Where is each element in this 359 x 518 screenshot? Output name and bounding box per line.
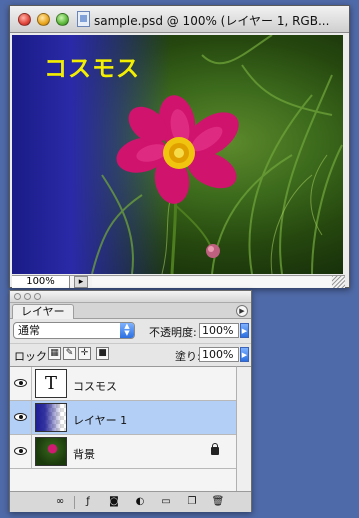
eye-icon bbox=[14, 447, 27, 455]
lock-move-icon[interactable]: ✛ bbox=[78, 347, 91, 360]
visibility-toggle[interactable] bbox=[10, 401, 32, 434]
document-window: sample.psd @ 100% (レイヤー 1, RGB... コスモス 1… bbox=[9, 5, 350, 288]
fill-slider-button[interactable]: ▶ bbox=[240, 347, 249, 362]
group-folder-icon[interactable]: ▭ bbox=[158, 495, 174, 509]
panel-close-button[interactable] bbox=[14, 293, 21, 300]
layer-name: コスモス bbox=[73, 380, 117, 393]
lock-label: ロック: bbox=[14, 350, 51, 363]
layer-name: レイヤー 1 bbox=[73, 414, 128, 427]
panel-footer: ∞ ƒ ◙ ◐ ▭ ❐ 🗑 bbox=[10, 491, 251, 512]
document-file-icon bbox=[77, 11, 90, 27]
layer-style-icon[interactable]: ƒ bbox=[80, 495, 96, 509]
link-icon[interactable]: ∞ bbox=[52, 495, 68, 509]
mask-icon[interactable]: ◙ bbox=[106, 495, 122, 509]
background-thumbnail bbox=[35, 437, 67, 466]
vertical-scrollbar[interactable] bbox=[236, 366, 251, 491]
fill-label: 塗り: bbox=[175, 350, 201, 363]
panel-titlebar[interactable] bbox=[10, 291, 251, 303]
divider bbox=[74, 496, 75, 509]
visibility-toggle[interactable] bbox=[10, 435, 32, 468]
lock-transparent-icon[interactable]: ▦ bbox=[48, 347, 61, 360]
document-status-bar: 100% ▸ bbox=[12, 275, 345, 288]
panel-minimize-button[interactable] bbox=[24, 293, 31, 300]
opacity-label: 不透明度: bbox=[149, 326, 197, 339]
close-button[interactable] bbox=[18, 13, 31, 26]
blend-opacity-row: 通常 ▲ ▼ 不透明度: 100% ▶ bbox=[10, 321, 251, 340]
horizontal-scrollbar[interactable] bbox=[92, 277, 331, 287]
canvas-title-text: コスモス bbox=[44, 56, 140, 82]
document-title: sample.psd @ 100% (レイヤー 1, RGB... bbox=[94, 14, 330, 28]
tab-layers[interactable]: レイヤー bbox=[12, 304, 74, 319]
visibility-toggle[interactable] bbox=[10, 367, 32, 400]
adjustment-icon[interactable]: ◐ bbox=[132, 495, 148, 509]
layer-list: T コスモス レイヤー 1 背景 bbox=[10, 366, 236, 491]
fill-field[interactable]: 100% bbox=[199, 347, 239, 362]
resize-grip[interactable] bbox=[332, 276, 345, 288]
lock-paint-icon[interactable]: ✎ bbox=[63, 347, 76, 360]
blend-mode-value: 通常 bbox=[18, 324, 40, 337]
panel-zoom-button[interactable] bbox=[34, 293, 41, 300]
layer-thumbnail bbox=[35, 403, 67, 432]
panel-menu-icon[interactable]: ▶ bbox=[236, 305, 248, 317]
arrow-icon[interactable]: ▸ bbox=[74, 276, 88, 288]
lock-icon bbox=[211, 443, 219, 455]
document-titlebar[interactable]: sample.psd @ 100% (レイヤー 1, RGB... bbox=[10, 6, 349, 33]
eye-icon bbox=[14, 379, 27, 387]
text-layer-thumbnail: T bbox=[35, 369, 67, 398]
lock-fill-row: ロック: ▦ ✎ ✛ ■ 塗り: 100% ▶ bbox=[10, 343, 251, 363]
image-canvas[interactable]: コスモス bbox=[12, 35, 343, 274]
opacity-field[interactable]: 100% bbox=[199, 323, 239, 338]
layer-row-layer1[interactable]: レイヤー 1 bbox=[10, 401, 236, 435]
layers-panel: レイヤー ▶ 通常 ▲ ▼ 不透明度: 100% ▶ ロック: ▦ ✎ ✛ ■ 塗… bbox=[9, 290, 252, 512]
lock-all-icon[interactable]: ■ bbox=[96, 347, 109, 360]
layer-row-text[interactable]: T コスモス bbox=[10, 367, 236, 401]
minimize-button[interactable] bbox=[37, 13, 50, 26]
trash-icon[interactable]: 🗑 bbox=[210, 495, 226, 509]
zoom-level-field[interactable]: 100% bbox=[12, 276, 70, 288]
opacity-slider-button[interactable]: ▶ bbox=[240, 323, 249, 338]
blend-mode-select[interactable]: 通常 ▲ ▼ bbox=[13, 322, 135, 339]
layer-row-background[interactable]: 背景 bbox=[10, 435, 236, 469]
new-layer-icon[interactable]: ❐ bbox=[184, 495, 200, 509]
layer-name: 背景 bbox=[73, 448, 95, 461]
chevron-updown-icon: ▲ ▼ bbox=[120, 323, 134, 338]
eye-icon bbox=[14, 413, 27, 421]
panel-tab-row: レイヤー ▶ bbox=[10, 303, 251, 319]
zoom-button[interactable] bbox=[56, 13, 69, 26]
